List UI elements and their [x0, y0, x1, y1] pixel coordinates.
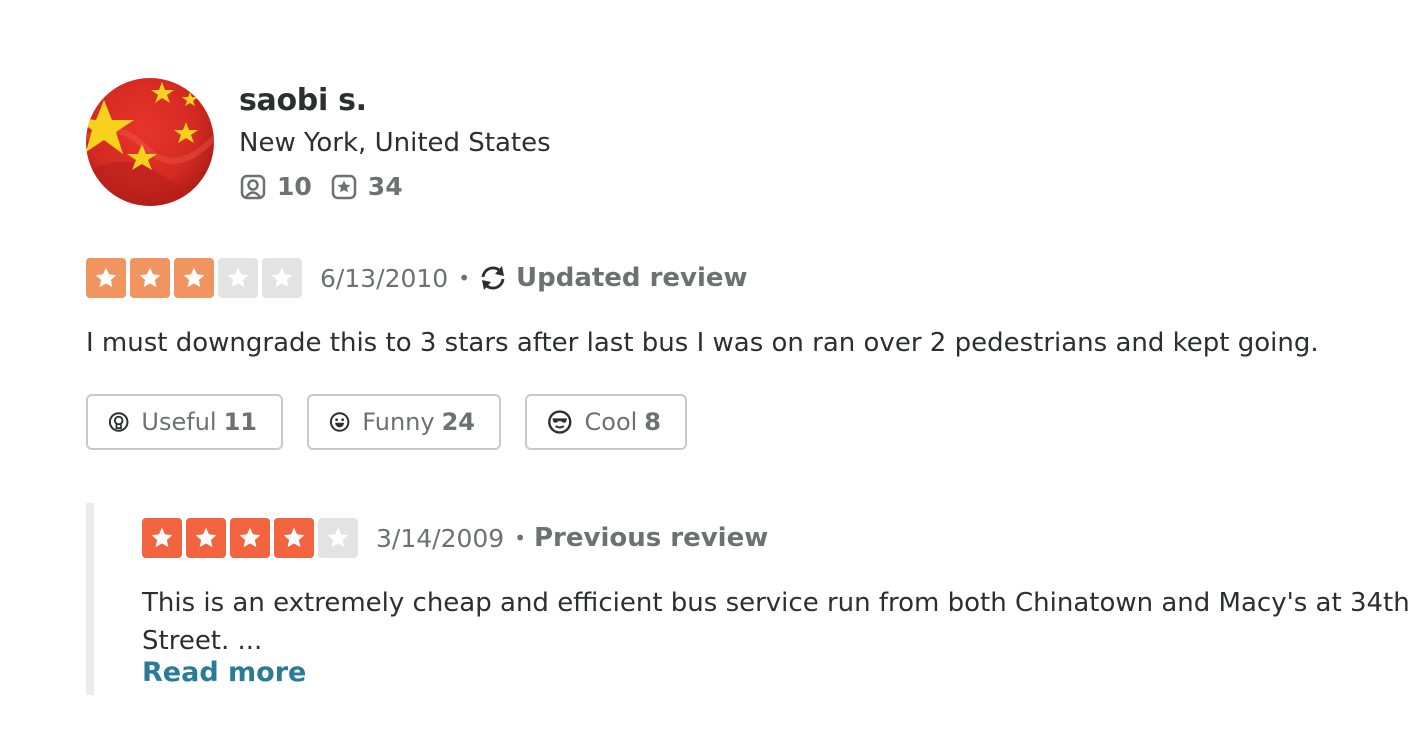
useful-button[interactable]: Useful 11	[86, 394, 283, 450]
useful-count: 11	[223, 408, 257, 436]
review-card: saobi s. New York, United States 10 34 6…	[0, 0, 1422, 750]
user-info: saobi s. New York, United States 10 34	[239, 82, 551, 201]
review-text: I must downgrade this to 3 stars after l…	[86, 328, 1319, 358]
star-icon	[327, 527, 349, 548]
funny-icon	[329, 412, 350, 432]
cool-count: 8	[644, 408, 661, 436]
friends-stat: 10	[239, 172, 312, 201]
cool-button[interactable]: Cool 8	[525, 394, 687, 450]
star-icon	[139, 267, 161, 288]
star-filled	[174, 258, 214, 298]
avatar[interactable]	[86, 78, 214, 206]
user-stats: 10 34	[239, 172, 551, 201]
meta-separator: •	[514, 526, 526, 550]
user-location: New York, United States	[239, 128, 551, 158]
previous-review-meta: 3/14/2009 • Previous review	[142, 518, 768, 558]
previous-review-bar	[86, 503, 94, 695]
friends-count: 10	[277, 172, 312, 201]
funny-button[interactable]: Funny 24	[307, 394, 501, 450]
star-filled	[142, 518, 182, 558]
updated-review-label: Updated review	[478, 263, 748, 293]
useful-icon	[108, 412, 129, 432]
star-icon	[151, 527, 173, 548]
star-empty	[262, 258, 302, 298]
star-filled	[130, 258, 170, 298]
star-icon	[95, 267, 117, 288]
star-filled	[274, 518, 314, 558]
star-rating	[142, 518, 362, 558]
cool-label: Cool	[584, 408, 638, 436]
current-review-meta: 6/13/2010 • Updated review	[86, 258, 748, 298]
star-empty	[318, 518, 358, 558]
refresh-icon	[481, 266, 505, 290]
reviews-stat: 34	[330, 172, 403, 201]
reaction-buttons: Useful 11 Funny 24 Cool 8	[86, 394, 711, 450]
meta-separator: •	[458, 266, 470, 290]
read-more-link[interactable]: Read more	[142, 654, 306, 692]
star-icon	[283, 527, 305, 548]
review-star-icon	[331, 174, 357, 199]
star-filled	[86, 258, 126, 298]
reviews-count: 34	[367, 172, 403, 201]
review-date: 6/13/2010	[320, 263, 449, 293]
user-passport: saobi s. New York, United States 10 34	[86, 78, 551, 206]
previous-review-label: Previous review	[533, 523, 769, 553]
avatar-image	[86, 78, 214, 206]
user-name[interactable]: saobi s.	[239, 82, 551, 120]
star-icon	[183, 267, 205, 288]
review-date: 3/14/2009	[376, 523, 505, 553]
star-filled	[230, 518, 270, 558]
star-icon	[239, 527, 261, 548]
updated-review-text: Updated review	[515, 263, 748, 293]
star-icon	[271, 267, 293, 288]
cool-icon	[548, 410, 572, 434]
star-rating	[86, 258, 306, 298]
funny-label: Funny	[362, 408, 435, 436]
useful-label: Useful	[141, 408, 217, 436]
funny-count: 24	[441, 408, 475, 436]
star-icon	[227, 267, 249, 288]
friends-icon	[240, 174, 266, 199]
previous-review-text-line-1: This is an extremely cheap and efficient…	[142, 588, 1410, 618]
star-filled	[186, 518, 226, 558]
star-icon	[195, 527, 217, 548]
star-empty	[218, 258, 258, 298]
